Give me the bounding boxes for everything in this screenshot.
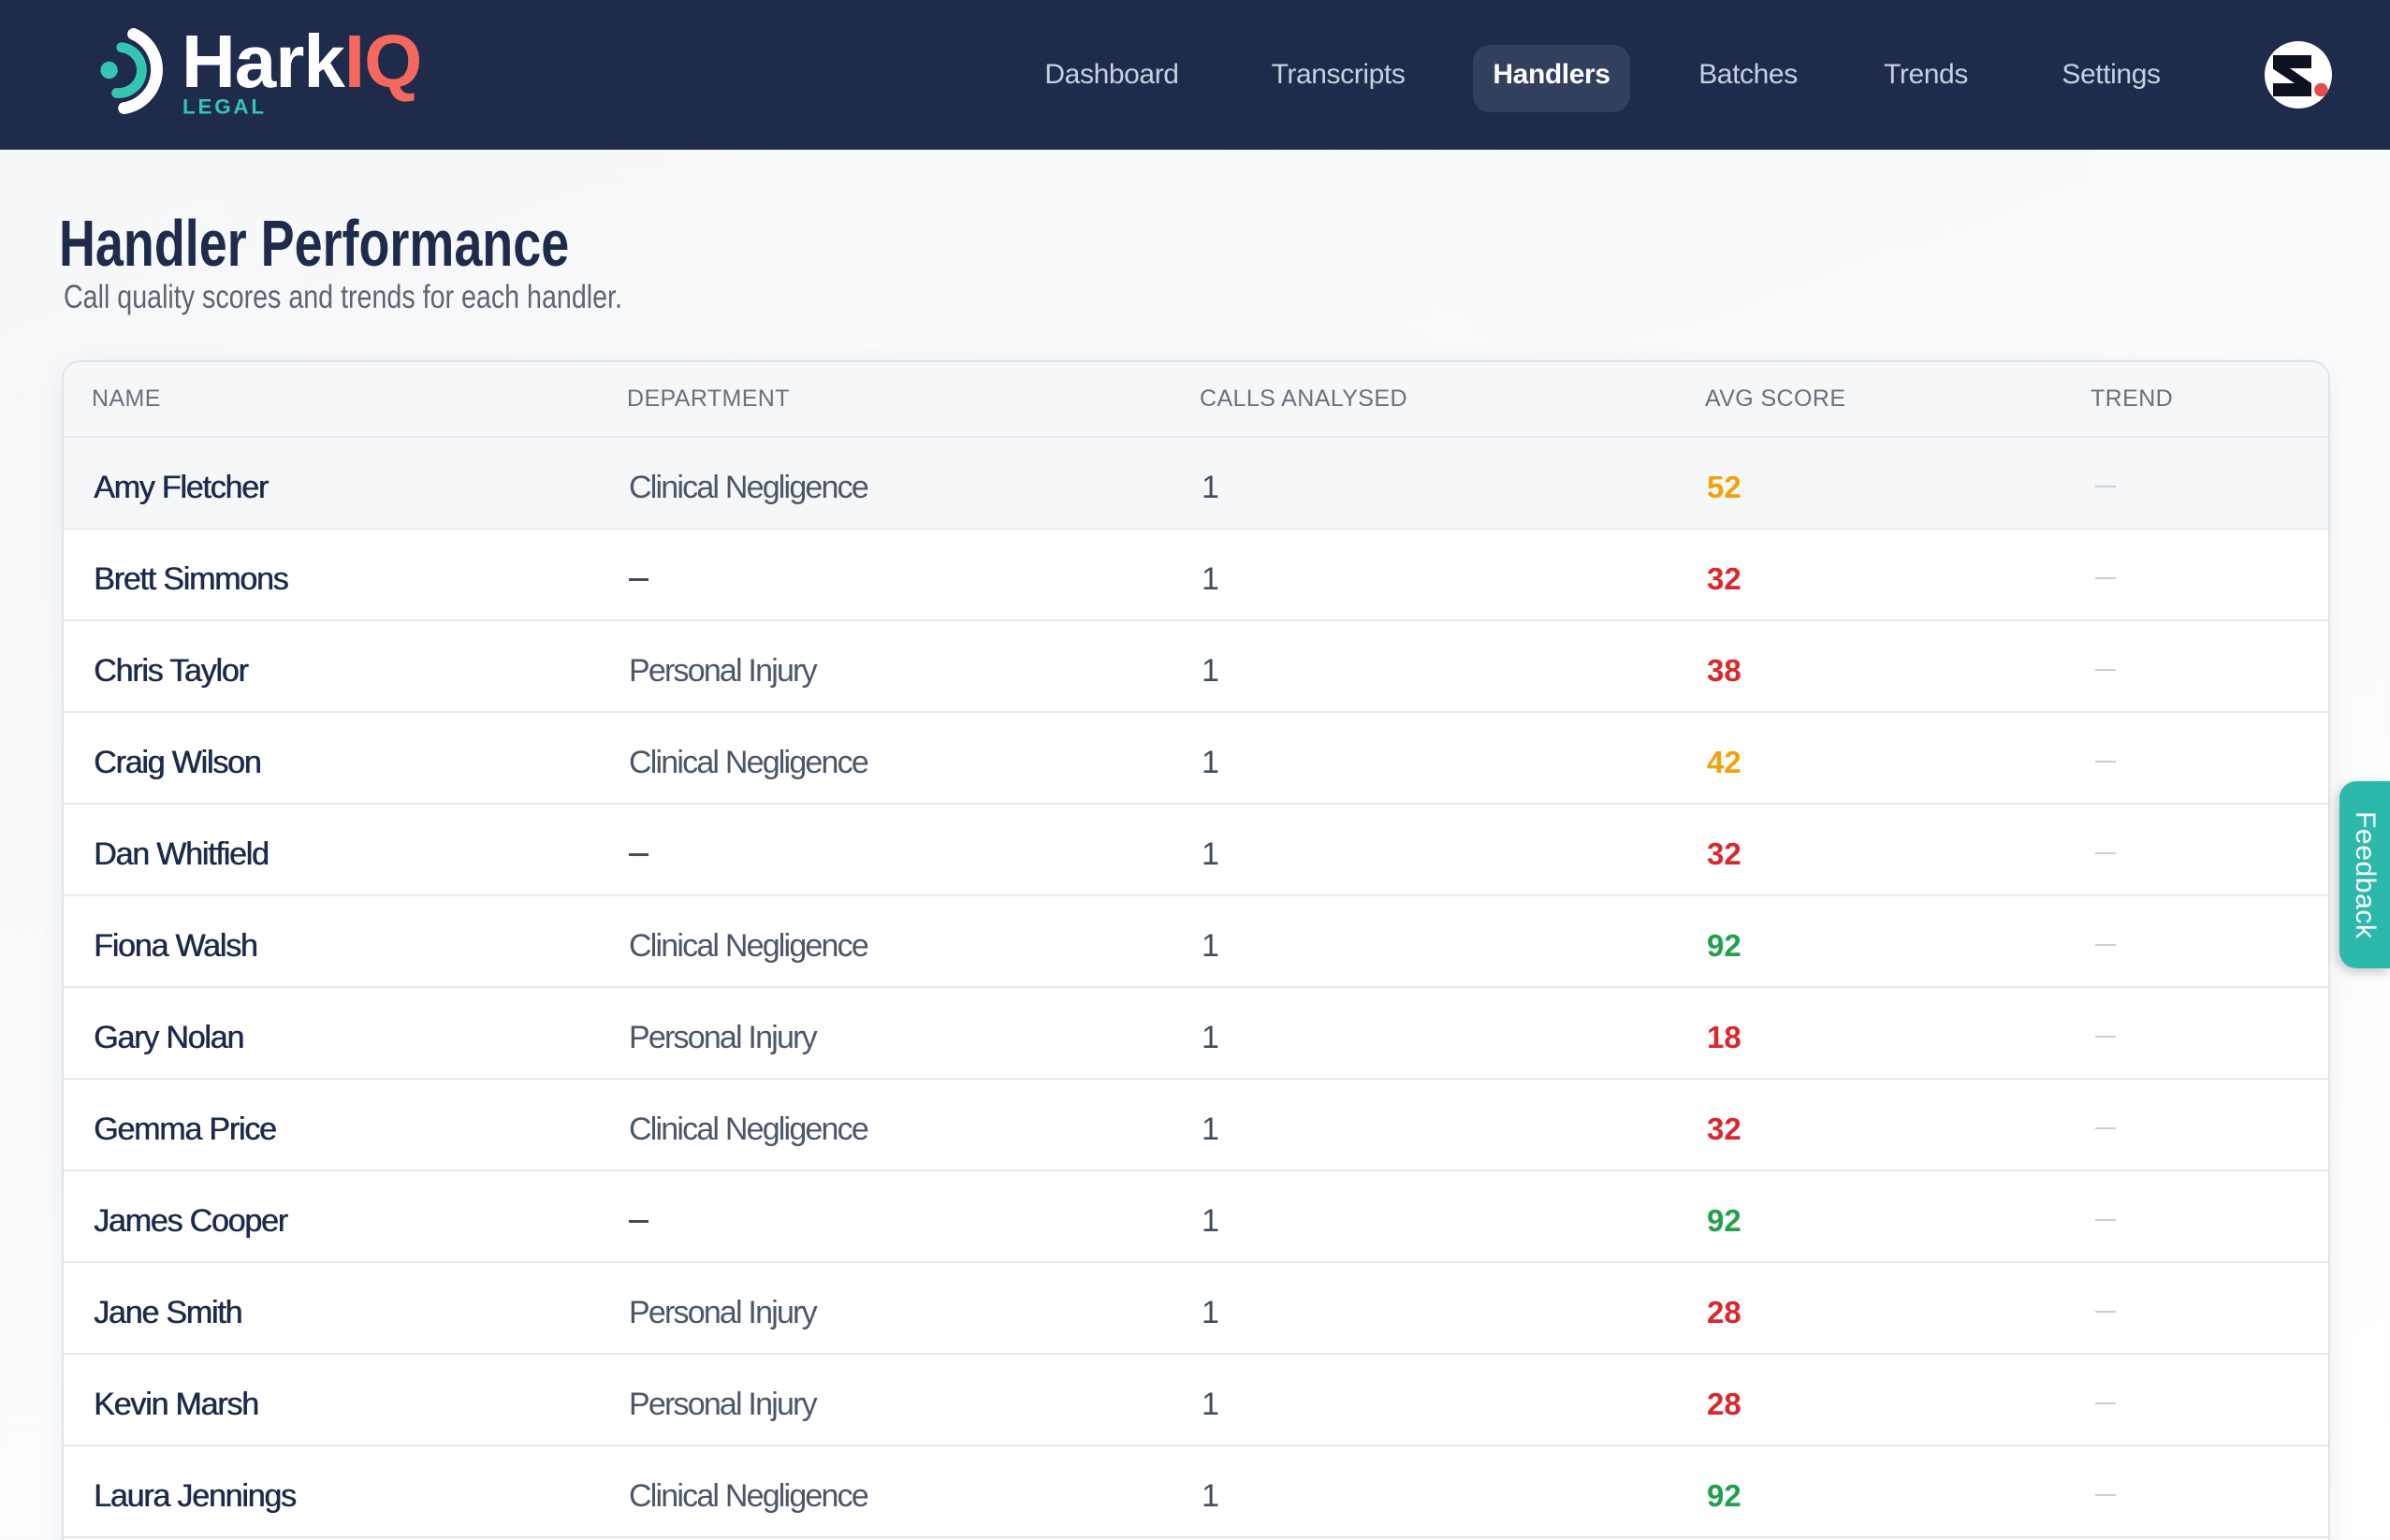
svg-text:HarkIQ: HarkIQ (182, 20, 421, 103)
svg-text:LEGAL: LEGAL (182, 94, 267, 118)
